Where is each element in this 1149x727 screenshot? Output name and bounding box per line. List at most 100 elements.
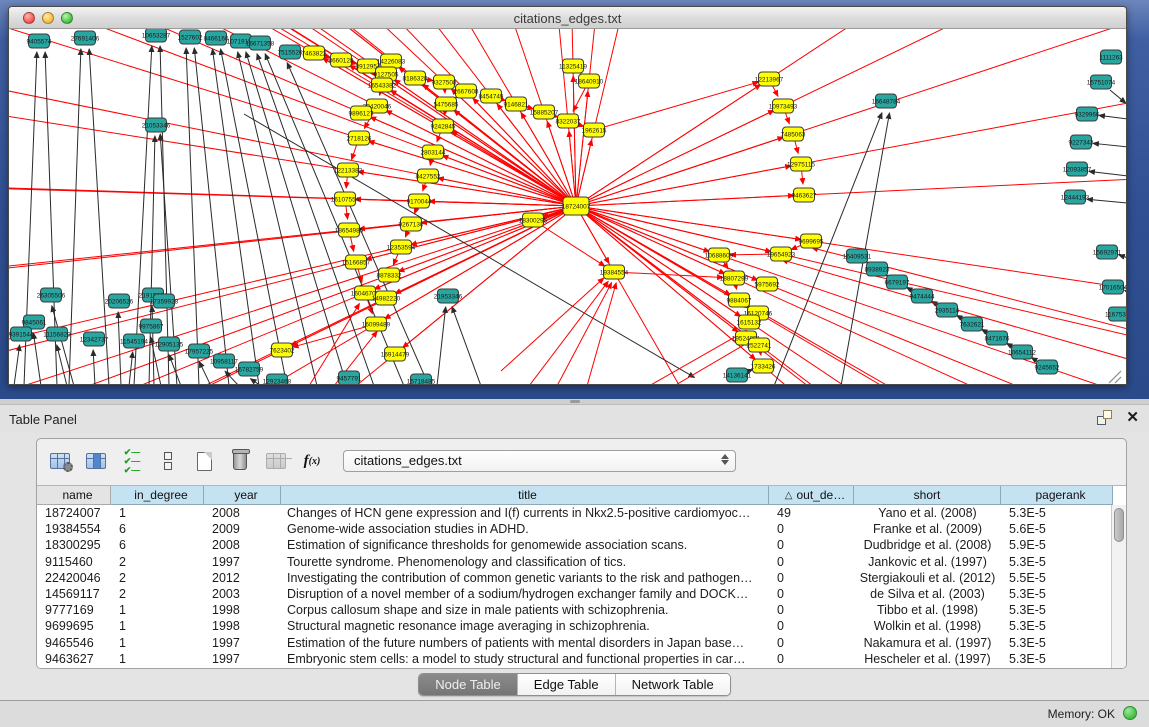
graph-node[interactable]: 18724007 [562, 197, 591, 215]
column-header-pagerank[interactable]: pagerank [1001, 486, 1113, 505]
graph-node[interactable]: 18300295 [519, 213, 548, 227]
graph-node[interactable]: 20206526 [105, 294, 134, 308]
graph-node[interactable]: 1733426 [751, 359, 776, 373]
graph-node[interactable]: 16099489 [362, 317, 391, 331]
graph-node[interactable]: 9329966 [1075, 107, 1100, 121]
cell-short[interactable]: Jankovic et al. (1997) [854, 555, 1001, 569]
cell-name[interactable]: 9465546 [37, 636, 111, 650]
graph-node[interactable]: 18640910 [575, 74, 604, 88]
graph-node[interactable]: 7463822 [302, 46, 327, 60]
network-window-titlebar[interactable]: citations_edges.txt [9, 7, 1126, 29]
graph-node[interactable]: 12975115 [787, 157, 815, 171]
graph-node[interactable]: 12213967 [755, 72, 784, 86]
graph-node[interactable]: 16671358 [246, 36, 275, 50]
cell-title[interactable]: Genome-wide association studies in ADHD. [281, 522, 769, 536]
cell-in_degree[interactable]: 1 [111, 506, 204, 520]
cell-name[interactable]: 14569117 [37, 587, 111, 601]
graph-node[interactable]: 12353594 [387, 240, 416, 254]
cell-title[interactable]: Embryonic stem cells: a model to study s… [281, 652, 769, 666]
graph-node[interactable]: 8471676 [985, 331, 1010, 345]
tab-network-table[interactable]: Network Table [616, 674, 730, 695]
column-header-in_degree[interactable]: in_degree [111, 486, 204, 505]
table-row[interactable]: 911546021997Tourette syndrome. Phenomeno… [37, 554, 1126, 570]
graph-node[interactable]: 21053346 [142, 118, 171, 132]
cell-in_degree[interactable]: 2 [111, 555, 204, 569]
graph-node[interactable]: 7485063 [781, 127, 806, 141]
cell-short[interactable]: Tibbo et al. (1998) [854, 603, 1001, 617]
graph-node[interactable]: 7515526 [278, 45, 303, 59]
cell-title[interactable]: Estimation of significance thresholds fo… [281, 538, 769, 552]
table-selector-dropdown[interactable]: citations_edges.txt [343, 450, 736, 472]
graph-node[interactable]: 14226083 [377, 54, 406, 68]
cell-in_degree[interactable]: 2 [111, 571, 204, 585]
column-header-title[interactable]: title [281, 486, 769, 505]
graph-node[interactable]: 9884067 [727, 293, 752, 307]
graph-node[interactable]: 15718485 [407, 374, 436, 385]
cell-pagerank[interactable]: 5.3E-5 [1001, 555, 1113, 569]
table-row[interactable]: 946362711997Embryonic stem cells: a mode… [37, 651, 1126, 667]
graph-node[interactable]: 9170044 [407, 194, 432, 208]
cell-year[interactable]: 2008 [204, 538, 281, 552]
graph-node[interactable]: 1527602 [178, 30, 203, 44]
graph-node[interactable]: 11325419 [559, 59, 587, 73]
graph-node[interactable]: 7632621 [960, 317, 985, 331]
cell-in_degree[interactable]: 6 [111, 522, 204, 536]
table-settings-icon[interactable] [47, 448, 73, 474]
cell-name[interactable]: 18300295 [37, 538, 111, 552]
graph-node[interactable]: 9267130 [399, 217, 424, 231]
cell-year[interactable]: 2009 [204, 522, 281, 536]
graph-node[interactable]: 2935114 [935, 303, 960, 317]
cell-name[interactable]: 9463627 [37, 652, 111, 666]
table-row[interactable]: 1830029562008Estimation of significance … [37, 537, 1126, 553]
cell-pagerank[interactable]: 5.9E-5 [1001, 538, 1113, 552]
table-row[interactable]: 977716911998Corpus callosum shape and si… [37, 602, 1126, 618]
graph-node[interactable]: 9474444 [910, 289, 935, 303]
graph-node[interactable]: 17359928 [150, 294, 179, 308]
graph-node[interactable]: 8186328 [403, 71, 428, 85]
cell-out_degree[interactable]: 0 [769, 555, 854, 569]
table-row[interactable]: 946554611997Estimation of the future num… [37, 635, 1126, 651]
cell-year[interactable]: 1997 [204, 636, 281, 650]
column-pair-icon[interactable] [155, 448, 181, 474]
column-header-short[interactable]: short [854, 486, 1001, 505]
cell-out_degree[interactable]: 0 [769, 587, 854, 601]
cell-pagerank[interactable]: 5.6E-5 [1001, 522, 1113, 536]
divider-grip[interactable] [570, 400, 580, 403]
cell-name[interactable]: 18724007 [37, 506, 111, 520]
graph-node[interactable]: 8938923 [865, 262, 890, 276]
graph-node[interactable]: 15885207 [530, 105, 559, 119]
scrollbar-thumb[interactable] [1114, 508, 1124, 542]
cell-in_degree[interactable]: 1 [111, 603, 204, 617]
cell-year[interactable]: 1997 [204, 652, 281, 666]
graph-node[interactable]: 11675317 [1105, 307, 1127, 321]
cell-short[interactable]: Franke et al. (2009) [854, 522, 1001, 536]
close-panel-icon[interactable]: ✕ [1126, 410, 1139, 425]
graph-node[interactable]: 9405574 [27, 34, 52, 48]
cell-in_degree[interactable]: 2 [111, 587, 204, 601]
cell-title[interactable]: Corpus callosum shape and size in male p… [281, 603, 769, 617]
select-rows-icon[interactable]: ✔—✔—✔— [119, 448, 145, 474]
cell-pagerank[interactable]: 5.3E-5 [1001, 636, 1113, 650]
cell-name[interactable]: 22420046 [37, 571, 111, 585]
graph-node[interactable]: 27691406 [71, 31, 100, 45]
graph-node[interactable]: 9327508 [432, 75, 457, 89]
cell-pagerank[interactable]: 5.3E-5 [1001, 652, 1113, 666]
cell-pagerank[interactable]: 5.5E-5 [1001, 571, 1113, 585]
cell-out_degree[interactable]: 49 [769, 506, 854, 520]
cell-name[interactable]: 9115460 [37, 555, 111, 569]
delete-rows-icon[interactable] [227, 448, 253, 474]
cell-in_degree[interactable]: 1 [111, 636, 204, 650]
cell-name[interactable]: 9777169 [37, 603, 111, 617]
cell-out_degree[interactable]: 0 [769, 571, 854, 585]
graph-node[interactable]: 26305506 [37, 288, 66, 302]
graph-node[interactable]: 7623402 [270, 343, 295, 357]
graph-node[interactable]: 9245652 [1035, 360, 1060, 374]
memory-status-indicator[interactable] [1123, 706, 1137, 720]
graph-node[interactable]: 6679197 [885, 275, 910, 289]
graph-node[interactable]: 15692971 [1093, 245, 1122, 259]
graph-node[interactable]: 21953346 [434, 289, 463, 303]
graph-node[interactable]: 8660128 [329, 53, 354, 67]
graph-node[interactable]: 9975867 [139, 319, 164, 333]
graph-node[interactable]: 9146821 [504, 97, 529, 111]
graph-node[interactable]: 9463627 [792, 188, 817, 202]
